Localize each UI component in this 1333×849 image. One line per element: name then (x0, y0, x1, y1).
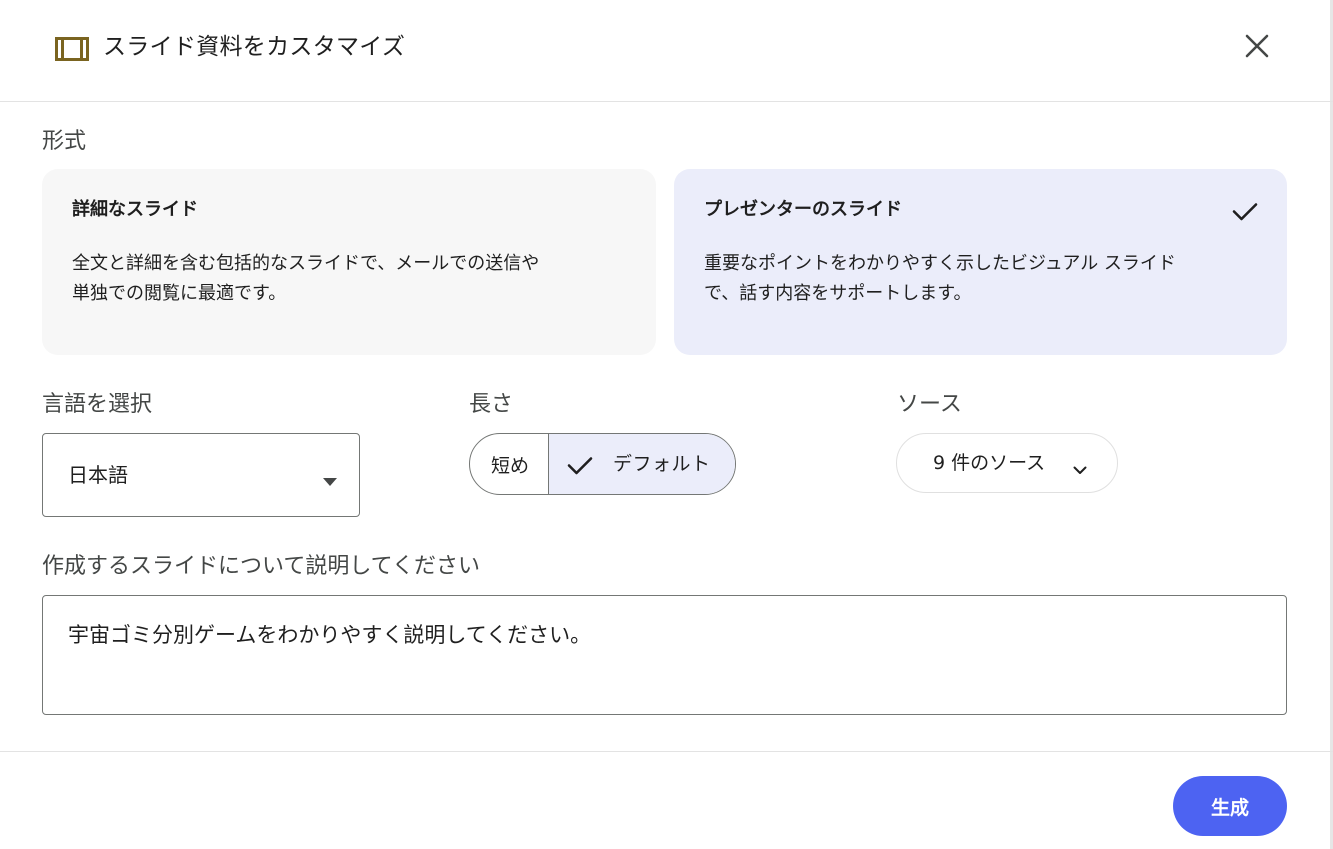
close-button[interactable] (1237, 28, 1277, 68)
description-textarea[interactable]: 宇宙ゴミ分別ゲームをわかりやすく説明してください。 (42, 595, 1287, 715)
dropdown-arrow-icon (323, 471, 337, 486)
length-option-default[interactable]: デフォルト (549, 434, 735, 494)
description-line: 重要なポイントをわかりやすく示したビジュアル スライド (704, 253, 1176, 274)
length-option-short[interactable]: 短め (470, 434, 549, 494)
length-label: 長さ (469, 392, 514, 417)
description-line: 全文と詳細を含む包括的なスライドで、メールでの送信や (72, 253, 540, 274)
language-label: 言語を選択 (42, 392, 153, 417)
dialog-header: スライド資料をカスタマイズ (0, 0, 1333, 102)
sources-label: ソース (897, 392, 962, 417)
description-label: 作成するスライドについて説明してください (42, 554, 481, 579)
length-option-label: デフォルト (613, 453, 711, 475)
language-select[interactable]: 日本語 (42, 433, 360, 517)
check-icon (1231, 197, 1259, 225)
sources-dropdown-button[interactable]: 9 件のソース (896, 433, 1118, 493)
customize-slides-dialog: スライド資料をカスタマイズ 形式 詳細なスライド 全文と詳細を含む包括的なスライ… (0, 0, 1333, 849)
format-option-presenter[interactable]: プレゼンターのスライド 重要なポイントをわかりやすく示したビジュアル スライド … (674, 169, 1287, 355)
description-line: で、話す内容をサポートします。 (704, 283, 972, 304)
generate-button[interactable]: 生成 (1173, 776, 1287, 836)
description-line: 単独での閲覧に最適です。 (72, 283, 287, 304)
footer-divider (0, 751, 1333, 752)
sources-button-label: 9 件のソース (933, 452, 1046, 474)
close-icon (1245, 34, 1269, 62)
format-option-title: プレゼンターのスライド (704, 199, 902, 220)
description-value: 宇宙ゴミ分別ゲームをわかりやすく説明してください。 (68, 623, 592, 647)
slides-icon (55, 37, 89, 61)
dialog-title: スライド資料をカスタマイズ (103, 34, 406, 60)
format-option-detailed[interactable]: 詳細なスライド 全文と詳細を含む包括的なスライドで、メールでの送信や 単独での閲… (42, 169, 656, 355)
chevron-down-icon (1073, 460, 1087, 474)
language-value: 日本語 (68, 463, 128, 487)
check-icon (566, 451, 594, 479)
format-option-description: 全文と詳細を含む包括的なスライドで、メールでの送信や 単独での閲覧に最適です。 (72, 249, 632, 309)
format-label: 形式 (42, 129, 87, 154)
format-option-title: 詳細なスライド (72, 199, 198, 220)
length-segmented-control: 短め デフォルト (469, 433, 736, 495)
format-option-description: 重要なポイントをわかりやすく示したビジュアル スライド で、話す内容をサポートし… (704, 249, 1264, 309)
